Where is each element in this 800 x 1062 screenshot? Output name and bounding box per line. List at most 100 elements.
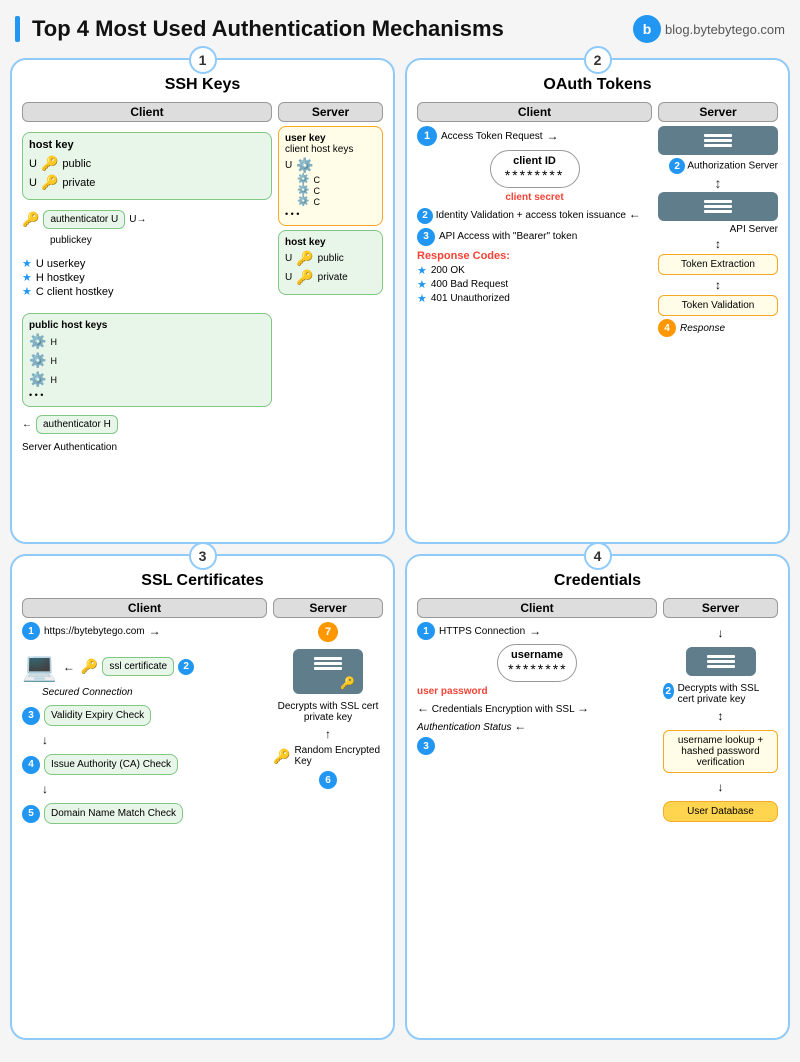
panel-3-title: SSL Certificates <box>22 572 383 590</box>
auth-server-label: 2 Authorization Server <box>658 158 778 174</box>
ssh-server-yellow: user key client host keys U ⚙️ ⚙️C ⚙️C ⚙… <box>278 126 383 226</box>
pub-host-box: public host keys ⚙️H ⚙️H ⚙️H • • • <box>22 313 272 407</box>
panel-4-number: 4 <box>584 542 612 570</box>
key-h-row-3: ⚙️H <box>29 371 265 388</box>
ca-check-box: Issue Authority (CA) Check <box>44 754 178 775</box>
page-header: Top 4 Most Used Authentication Mechanism… <box>10 10 790 48</box>
ssl-server-box: 🔑 <box>293 649 363 694</box>
ssh-server-label: Server <box>278 102 383 122</box>
random-key-label: Random Encrypted Key <box>294 745 383 767</box>
star-icon-u: ★ <box>22 257 32 270</box>
cred-client-label: Client <box>417 598 657 618</box>
oauth-server: Server 2 Authorization Server ↕ <box>658 102 778 337</box>
cred-step1-num: 1 <box>417 622 435 640</box>
star-list: ★ U userkey ★ H hostkey ★ C client hostk… <box>22 256 272 299</box>
server-key-c3: ⚙️C <box>285 196 376 207</box>
key-green-icon: 🔑 <box>41 155 58 172</box>
cred-step1: 1 HTTPS Connection → <box>417 622 657 640</box>
ssl-step6: 🔑 Random Encrypted Key <box>273 745 383 767</box>
domain-check-box: Domain Name Match Check <box>44 803 183 824</box>
decrypts-label: Decrypts with SSL cert private key <box>273 701 383 723</box>
hostkey-label: host key <box>29 139 265 151</box>
star-item-u: ★ U userkey <box>22 257 272 270</box>
uo-public: U 🔑 public <box>285 250 376 267</box>
oauth-server-label: Server <box>658 102 778 122</box>
cred-username: username <box>508 649 566 661</box>
api-server-box <box>658 192 778 221</box>
step1-num: 1 <box>417 126 437 146</box>
server-auth-label: Server Authentication <box>22 442 272 453</box>
code-401: ★ 401 Unauthorized <box>417 292 652 305</box>
key-red-icon: 🔑 <box>41 174 58 191</box>
panel-2-title: OAuth Tokens <box>417 76 778 94</box>
auth-key-green: 🔑 <box>22 211 39 228</box>
token-extraction-box: Token Extraction <box>658 254 778 275</box>
laptop-icon: 💻 <box>22 650 57 683</box>
publickey-label: publickey <box>50 235 272 246</box>
ssh-hostkey-box: host key U 🔑 public U 🔑 private <box>22 132 272 200</box>
step3-row: 3 API Access with "Bearer" token <box>417 228 652 246</box>
panel-ssl: 3 SSL Certificates Client 1 https://byte… <box>10 554 395 1040</box>
panel-3-number: 3 <box>189 542 217 570</box>
cred-enc-row: ← Credentials Encryption with SSL → <box>417 701 657 715</box>
auth-box-u: authenticator U <box>43 210 125 229</box>
cred-login-box: username ******** <box>497 644 577 682</box>
cred-step2: 2 Decrypts with SSL cert private key <box>663 683 778 705</box>
ssh-client: Client host key U 🔑 public U 🔑 private <box>22 102 272 532</box>
ssh-server-hostkey: host key U 🔑 public U 🔑 private <box>278 230 383 295</box>
panel-4-title: Credentials <box>417 572 778 590</box>
client-secret-label: client secret <box>417 192 652 203</box>
step3-num: 3 <box>417 228 435 246</box>
cred-client: Client 1 HTTPS Connection → username ***… <box>417 598 657 825</box>
laptop-area: 💻 ← 🔑 ssl certificate 2 <box>22 650 267 683</box>
cred-layout: Client 1 HTTPS Connection → username ***… <box>417 598 778 825</box>
panel-1-title: SSH Keys <box>22 76 383 94</box>
step2-desc: 2 Identity Validation + access token iss… <box>417 207 652 224</box>
star-item-c: ★ C client hostkey <box>22 285 272 298</box>
step4-row: 4 Response <box>658 319 778 337</box>
key-row-private: U 🔑 private <box>29 174 265 191</box>
cred-server-content: ↓ 2 Decrypts with SSL cert private key ↕ <box>663 626 778 825</box>
ssl-layout: Client 1 https://bytebytego.com → 💻 ← 🔑 … <box>22 598 383 827</box>
ssl-client-label: Client <box>22 598 267 618</box>
brand-text: blog.bytebytego.com <box>665 22 785 37</box>
oauth-layout: Client 1 Access Token Request → client I… <box>417 102 778 337</box>
auth-server-box <box>658 126 778 155</box>
ssl-steps: 3 Validity Expiry Check ↓ 4 Issue Author… <box>22 702 267 827</box>
page-title: Top 4 Most Used Authentication Mechanism… <box>15 16 504 42</box>
ssl-step5: 5 Domain Name Match Check <box>22 800 267 827</box>
oauth-client-label: Client <box>417 102 652 122</box>
auth-status-label: Authentication Status ← <box>417 719 657 733</box>
ssh-layout: Client host key U 🔑 public U 🔑 private <box>22 102 383 532</box>
auth-box-h: authenticator H <box>36 415 118 434</box>
api-server-label: API Server <box>658 224 778 235</box>
token-validation-box: Token Validation <box>658 295 778 316</box>
auth-h-row: ← authenticator H <box>22 415 272 434</box>
key-row-public: U 🔑 public <box>29 155 265 172</box>
server-key-c1: ⚙️C <box>285 174 376 185</box>
ssl-step4: 4 Issue Authority (CA) Check <box>22 751 267 778</box>
user-password-label: user password <box>417 686 657 697</box>
ssl-step7: 7 <box>318 622 338 642</box>
ssl-step1: 1 https://bytebytego.com → <box>22 622 267 640</box>
key-h-row-2: ⚙️H <box>29 352 265 369</box>
panel-cred: 4 Credentials Client 1 HTTPS Connection … <box>405 554 790 1040</box>
panel-oauth: 2 OAuth Tokens Client 1 Access Token Req… <box>405 58 790 544</box>
code-400: ★ 400 Bad Request <box>417 278 652 291</box>
ssl-server: Server 7 🔑 De <box>273 598 383 827</box>
secured-conn-label: Secured Connection <box>42 687 267 698</box>
ssl-cert-box: ssl certificate <box>102 657 174 676</box>
panel-1-number: 1 <box>189 46 217 74</box>
step4-num: 4 <box>658 319 676 337</box>
star-icon-c: ★ <box>22 285 32 298</box>
arrow-down-1: ↕ <box>658 176 778 190</box>
ssh-server: Server user key client host keys U ⚙️ ⚙️… <box>278 102 383 532</box>
panel-ssh: 1 SSH Keys Client host key U 🔑 public U … <box>10 58 395 544</box>
user-db-box: User Database <box>663 801 778 822</box>
star-icon-h: ★ <box>22 271 32 284</box>
brand-icon: b <box>633 15 661 43</box>
server-key-c2: ⚙️C <box>285 185 376 196</box>
code-200: ★ 200 OK <box>417 264 652 277</box>
ssl-step3: 3 Validity Expiry Check <box>22 702 267 729</box>
pub-host-label: public host keys <box>29 320 265 331</box>
